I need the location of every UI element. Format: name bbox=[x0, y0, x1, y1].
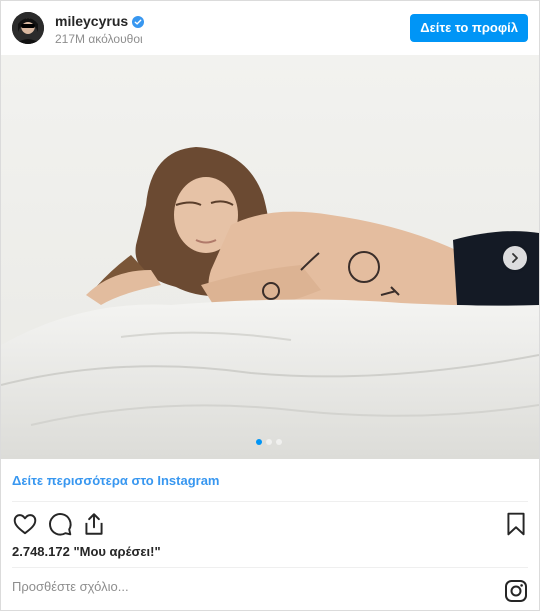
comment-button[interactable] bbox=[47, 511, 73, 537]
photo-scene bbox=[1, 55, 539, 459]
divider bbox=[12, 567, 528, 568]
chevron-right-icon bbox=[512, 253, 518, 263]
save-button[interactable] bbox=[503, 511, 529, 537]
likes-count: 2.748.172 "Μου αρέσει!" bbox=[12, 544, 161, 559]
post-image[interactable] bbox=[1, 55, 539, 459]
username-row[interactable]: mileycyrus bbox=[55, 13, 145, 29]
heart-icon bbox=[13, 514, 37, 535]
carousel-dot bbox=[266, 439, 272, 445]
carousel-dot bbox=[256, 439, 262, 445]
carousel-indicator bbox=[256, 439, 282, 445]
next-slide-button[interactable] bbox=[503, 246, 527, 270]
like-button[interactable] bbox=[12, 511, 38, 537]
carousel-dot bbox=[276, 439, 282, 445]
post-header: mileycyrus 217M ακόλουθοι Δείτε το προφί… bbox=[1, 1, 539, 55]
divider bbox=[12, 501, 528, 502]
share-button[interactable] bbox=[81, 511, 107, 537]
instagram-logo-icon[interactable] bbox=[504, 579, 528, 603]
comment-bubble-icon bbox=[49, 513, 72, 536]
verified-badge-icon bbox=[132, 15, 145, 28]
bookmark-icon bbox=[507, 512, 525, 536]
instagram-embed-card: mileycyrus 217M ακόλουθοι Δείτε το προφί… bbox=[0, 0, 540, 611]
avatar[interactable] bbox=[12, 12, 44, 44]
share-icon bbox=[85, 513, 103, 535]
followers-count: 217M ακόλουθοι bbox=[55, 32, 143, 46]
view-profile-button[interactable]: Δείτε το προφίλ bbox=[410, 14, 528, 42]
add-comment-input[interactable] bbox=[12, 579, 482, 594]
see-more-link[interactable]: Δείτε περισσότερα στο Instagram bbox=[12, 473, 220, 488]
username[interactable]: mileycyrus bbox=[55, 13, 128, 29]
